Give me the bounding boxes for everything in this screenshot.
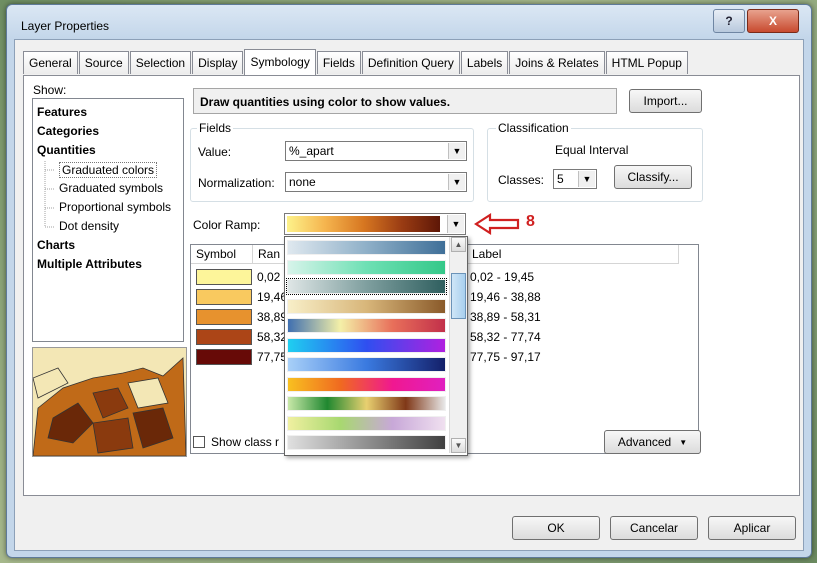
tree-dot-density[interactable]: Dot density — [59, 219, 119, 233]
normalization-text: none — [289, 175, 316, 189]
chevron-down-icon: ▼ — [448, 143, 465, 159]
title-bar: Layer Properties ? X — [7, 5, 811, 39]
dropdown-scrollbar[interactable]: ▲ ▼ — [449, 237, 467, 453]
fields-group-label: Fields — [197, 121, 234, 135]
chevron-down-icon: ▼ — [448, 174, 465, 190]
show-class-ranges-checkbox[interactable] — [193, 436, 205, 448]
tab-general[interactable]: General — [23, 51, 78, 74]
color-ramp-option-aqua-green[interactable] — [287, 259, 446, 275]
color-ramp-label: Color Ramp: — [193, 218, 261, 232]
color-ramp-option-blue-yellow-red[interactable] — [287, 318, 446, 333]
window-title: Layer Properties — [21, 19, 110, 33]
classification-group-label: Classification — [496, 121, 571, 135]
tree-categories[interactable]: Categories — [37, 124, 99, 138]
tab-definition-query[interactable]: Definition Query — [361, 51, 460, 74]
tab-selection[interactable]: Selection — [129, 51, 192, 74]
tree-charts[interactable]: Charts — [37, 238, 75, 252]
chevron-down-icon: ▼ — [447, 215, 464, 233]
chevron-down-icon: ▼ — [578, 171, 595, 187]
class-label[interactable]: 58,32 - 77,74 — [470, 330, 541, 344]
tab-source[interactable]: Source — [78, 51, 129, 74]
tab-display[interactable]: Display — [192, 51, 244, 74]
tree-features[interactable]: Features — [37, 105, 87, 119]
tab-html-popup[interactable]: HTML Popup — [605, 51, 688, 74]
color-ramp-dropdown: ▲ ▼ — [284, 236, 468, 456]
class-symbol-swatch[interactable] — [196, 289, 252, 305]
tab-strip: General Source Selection Display Symbology Fi… — [23, 49, 689, 75]
class-label[interactable]: 77,75 - 97,17 — [470, 350, 541, 364]
color-ramp-option-blue-navy[interactable] — [287, 357, 446, 372]
show-class-ranges-label: Show class r — [211, 435, 280, 449]
cancel-button[interactable]: Cancelar — [610, 516, 698, 540]
class-range[interactable]: 0,02 — [257, 270, 280, 284]
normalization-select[interactable]: none ▼ — [285, 172, 467, 192]
normalization-label: Normalization: — [198, 176, 275, 190]
color-ramp-option-orange-magenta[interactable] — [287, 376, 446, 392]
tab-fields[interactable]: Fields — [316, 51, 361, 74]
class-range[interactable]: 19,46 — [257, 290, 287, 304]
value-field-select[interactable]: %_apart ▼ — [285, 141, 467, 161]
selected-color-ramp — [287, 216, 440, 232]
import-button[interactable]: Import... — [629, 89, 702, 113]
scroll-up-icon[interactable]: ▲ — [451, 237, 466, 252]
class-range[interactable]: 58,32 — [257, 330, 287, 344]
class-label[interactable]: 19,46 - 38,88 — [470, 290, 541, 304]
tree-quantities[interactable]: Quantities — [37, 143, 96, 157]
tree-graduated-symbols[interactable]: Graduated symbols — [59, 181, 163, 195]
apply-button[interactable]: Aplicar — [708, 516, 796, 540]
classify-button[interactable]: Classify... — [614, 165, 692, 189]
color-ramp-option-cream-brown[interactable] — [287, 298, 446, 314]
class-symbol-swatch[interactable] — [196, 329, 252, 345]
tab-labels[interactable]: Labels — [460, 51, 509, 74]
show-tree: Features Categories Quantities Graduated… — [32, 98, 184, 342]
advanced-label: Advanced — [617, 435, 672, 449]
color-ramp-option-blue-gray[interactable] — [287, 240, 446, 255]
classes-value: 5 — [557, 172, 564, 186]
ok-button[interactable]: OK — [512, 516, 600, 540]
scroll-thumb[interactable] — [451, 273, 466, 319]
tree-multiple-attributes[interactable]: Multiple Attributes — [37, 257, 142, 271]
label-column-header[interactable]: Label — [467, 245, 679, 264]
symbol-column-header[interactable]: Symbol — [191, 245, 253, 264]
color-ramp-option-cyan-blue-magenta[interactable] — [287, 337, 446, 353]
class-symbol-swatch[interactable] — [196, 269, 252, 285]
annotation-number: 8 — [526, 213, 535, 230]
color-ramp-option-gray-teal[interactable] — [286, 278, 447, 295]
close-button[interactable]: X — [747, 9, 799, 33]
color-ramp-option-green-brown[interactable] — [287, 396, 446, 411]
class-symbol-swatch[interactable] — [196, 309, 252, 325]
classes-label: Classes: — [498, 173, 545, 187]
preview-thumbnail — [32, 347, 187, 457]
class-range[interactable]: 38,89 — [257, 310, 287, 324]
color-ramp-option-yellow-green-purple[interactable] — [287, 415, 446, 431]
color-ramp-option-gray-black[interactable] — [287, 435, 446, 450]
class-symbol-swatch[interactable] — [196, 349, 252, 365]
tab-joins-relates[interactable]: Joins & Relates — [509, 51, 605, 74]
scroll-down-icon[interactable]: ▼ — [451, 438, 466, 453]
tree-graduated-colors[interactable]: Graduated colors — [59, 162, 158, 178]
value-label: Value: — [198, 145, 232, 159]
classes-select[interactable]: 5 ▼ — [553, 169, 597, 189]
class-label[interactable]: 0,02 - 19,45 — [470, 270, 534, 284]
tree-proportional-symbols[interactable]: Proportional symbols — [59, 200, 171, 214]
show-label: Show: — [33, 83, 67, 97]
classification-method: Equal Interval — [555, 143, 629, 157]
help-button[interactable]: ? — [713, 9, 745, 33]
renderer-description: Draw quantities using color to show valu… — [193, 88, 617, 114]
advanced-button[interactable]: Advanced ▼ — [604, 430, 701, 454]
class-range[interactable]: 77,75 — [257, 350, 287, 364]
class-label[interactable]: 38,89 - 58,31 — [470, 310, 541, 324]
value-field-text: %_apart — [289, 144, 334, 158]
tab-symbology[interactable]: Symbology — [244, 49, 316, 75]
annotation-arrow-icon — [474, 212, 520, 236]
map-preview-image — [33, 348, 186, 456]
color-ramp-select[interactable]: ▼ — [284, 213, 466, 235]
chevron-down-icon: ▼ — [679, 437, 688, 447]
